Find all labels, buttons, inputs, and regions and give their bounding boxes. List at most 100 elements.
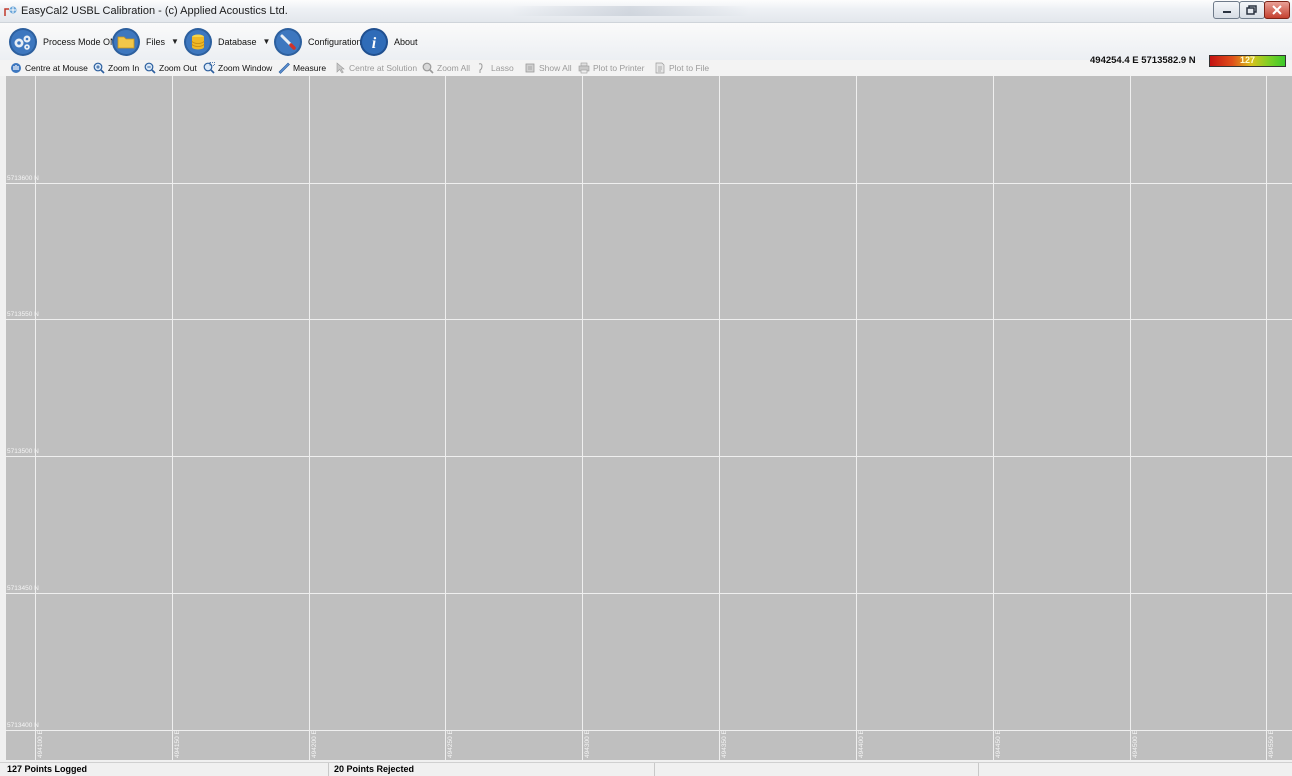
grid-line-vertical — [993, 76, 994, 760]
svg-text:i: i — [372, 35, 377, 52]
easting-label: 494350 E — [721, 730, 728, 758]
easting-label: 494100 E — [37, 730, 44, 758]
plot-to-file-label: Plot to File — [669, 63, 710, 73]
configuration-button[interactable]: Configuration — [273, 25, 362, 58]
zoom-in-button[interactable]: Zoom In — [93, 61, 139, 75]
zoom-in-label: Zoom In — [108, 63, 140, 73]
measure-label: Measure — [293, 63, 327, 73]
chevron-down-icon[interactable]: ▼ — [171, 37, 179, 46]
close-icon — [1272, 5, 1282, 15]
show-all-icon — [525, 63, 535, 73]
folder-icon — [112, 27, 140, 56]
grid-line-horizontal — [6, 456, 1292, 457]
zoom-in-icon — [93, 62, 105, 74]
minimize-icon — [1222, 11, 1231, 13]
plot-to-printer-button[interactable]: Plot to Printer — [578, 61, 645, 75]
zoom-out-icon — [144, 62, 156, 74]
chevron-down-icon[interactable]: ▼ — [263, 37, 271, 46]
centre-at-mouse-button[interactable]: Centre at Mouse — [10, 61, 88, 75]
points-logged-status: 127 Points Logged — [7, 764, 88, 774]
restore-icon — [1246, 5, 1257, 15]
grid-line-horizontal — [6, 183, 1292, 184]
title-blur — [510, 6, 750, 16]
lasso-icon — [478, 63, 483, 73]
easting-label: 494150 E — [174, 730, 181, 758]
status-divider — [654, 763, 655, 776]
grid-line-vertical — [309, 76, 310, 760]
zoom-all-icon — [422, 62, 434, 74]
info-icon: i — [360, 27, 388, 56]
cursor-icon — [336, 62, 345, 74]
gears-icon — [9, 27, 37, 56]
zoom-out-button[interactable]: Zoom Out — [144, 61, 197, 75]
northing-label: 5713600 N — [7, 175, 39, 182]
grid-line-vertical — [1266, 76, 1267, 760]
process-mode-button[interactable]: Process Mode ON — [8, 25, 117, 58]
northing-label: 5713500 N — [7, 448, 39, 455]
easting-label: 494200 E — [311, 730, 318, 758]
northing-label: 5713400 N — [7, 722, 39, 729]
plot-area[interactable]: 5713600 N 5713550 N 5713500 N 5713450 N … — [6, 76, 1292, 760]
minimize-button[interactable] — [1213, 1, 1240, 19]
signal-meter-value: 127 — [1239, 55, 1256, 65]
measure-button[interactable]: Measure — [278, 61, 326, 75]
grid-line-vertical — [856, 76, 857, 760]
maximize-button[interactable] — [1239, 1, 1265, 19]
easting-label: 494400 E — [858, 730, 865, 758]
printer-icon — [578, 62, 590, 74]
zoom-window-label: Zoom Window — [218, 63, 273, 73]
zoom-all-button[interactable]: Zoom All — [422, 61, 470, 75]
centre-at-solution-button[interactable]: Centre at Solution — [334, 61, 417, 75]
zoom-all-label: Zoom All — [437, 63, 471, 73]
about-button[interactable]: i About — [359, 25, 418, 58]
easting-label: 494450 E — [995, 730, 1002, 758]
window-title: EasyCal2 USBL Calibration - (c) Applied … — [21, 5, 288, 17]
easting-label: 494550 E — [1268, 730, 1275, 758]
file-icon — [655, 62, 665, 74]
grid-line-horizontal — [6, 730, 1292, 731]
northing-label: 5713550 N — [7, 311, 39, 318]
easting-label: 494250 E — [447, 730, 454, 758]
northing-label: 5713450 N — [7, 585, 39, 592]
show-all-label: Show All — [539, 63, 572, 73]
easting-label: 494300 E — [584, 730, 591, 758]
zoom-window-icon — [203, 62, 215, 74]
configuration-label: Configuration — [308, 36, 362, 47]
grid-line-vertical — [445, 76, 446, 760]
database-label: Database — [218, 36, 257, 47]
signal-meter: 127 — [1209, 55, 1286, 67]
status-bar: 127 Points Logged 20 Points Rejected — [0, 762, 1292, 776]
about-label: About — [394, 36, 418, 47]
easting-label: 494500 E — [1132, 730, 1139, 758]
close-button[interactable] — [1264, 1, 1290, 19]
centre-at-solution-label: Centre at Solution — [349, 63, 418, 73]
files-label: Files — [146, 36, 166, 47]
database-icon — [184, 27, 212, 56]
grid-line-vertical — [172, 76, 173, 760]
grid-line-vertical — [719, 76, 720, 760]
database-button[interactable]: Database ▼ — [183, 25, 270, 58]
grid-line-vertical — [1130, 76, 1131, 760]
status-divider — [978, 763, 979, 776]
points-rejected-status: 20 Points Rejected — [334, 764, 415, 774]
grid-line-horizontal — [6, 319, 1292, 320]
app-icon — [4, 6, 17, 16]
grid-line-horizontal — [6, 593, 1292, 594]
status-divider — [328, 763, 329, 776]
plot-to-printer-label: Plot to Printer — [593, 63, 645, 73]
plot-to-file-button[interactable]: Plot to File — [654, 61, 709, 75]
zoom-window-button[interactable]: Zoom Window — [203, 61, 272, 75]
hand-icon — [11, 63, 21, 73]
centre-at-mouse-label: Centre at Mouse — [25, 63, 88, 73]
wrench-icon — [274, 27, 302, 56]
lasso-button[interactable]: Lasso — [476, 61, 514, 75]
lasso-label: Lasso — [491, 63, 514, 73]
grid-line-vertical — [582, 76, 583, 760]
position-readout: 494254.4 E 5713582.9 N — [1090, 55, 1196, 66]
process-mode-label: Process Mode ON — [43, 36, 117, 47]
zoom-out-label: Zoom Out — [159, 63, 197, 73]
ruler-icon — [278, 62, 290, 74]
title-bar: EasyCal2 USBL Calibration - (c) Applied … — [0, 0, 1292, 23]
show-all-button[interactable]: Show All — [524, 61, 572, 75]
files-button[interactable]: Files ▼ — [111, 25, 179, 58]
